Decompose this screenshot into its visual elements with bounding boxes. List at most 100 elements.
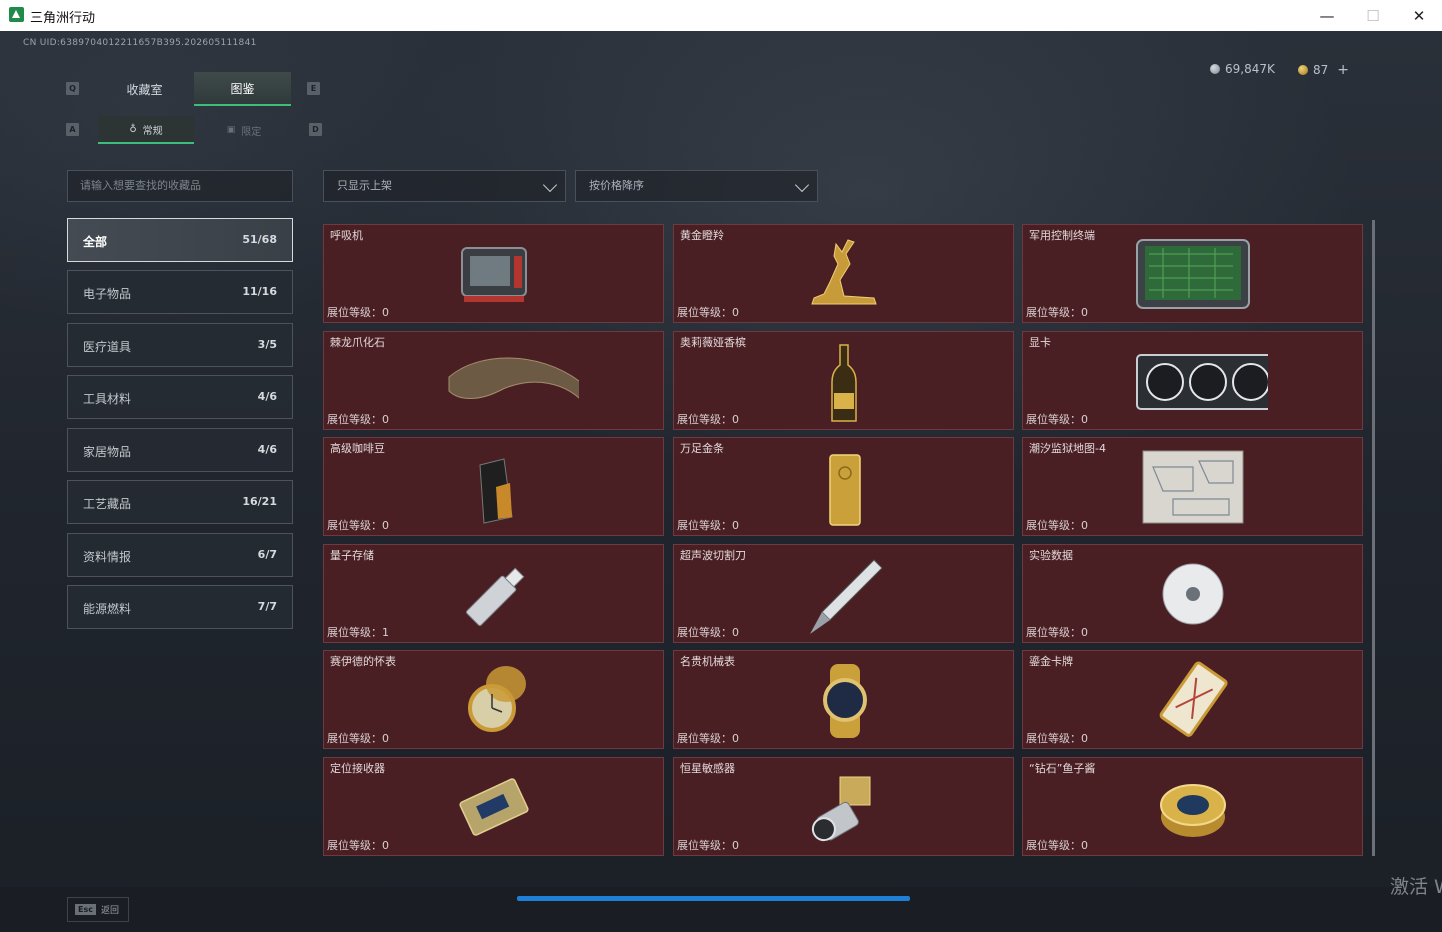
gilded-card-icon <box>1159 661 1228 737</box>
currency-secondary: 87 + <box>1298 62 1349 78</box>
sort-dropdown[interactable]: 按价格降序 <box>575 170 818 202</box>
gold-bar-icon <box>829 454 861 526</box>
item-card-receiver[interactable]: 定位接收器 展位等级：0 <box>323 757 664 856</box>
item-card-ventilator[interactable]: 呼吸机 展位等级：0 <box>323 224 664 323</box>
category-name: 电子物品 <box>83 287 132 301</box>
subtab-regular[interactable]: ♁ 常规 <box>98 116 194 144</box>
chevron-down-icon <box>794 177 810 193</box>
gold-coin-icon <box>1298 65 1308 75</box>
category-fuel[interactable]: 能源燃料 7/7 <box>67 585 293 629</box>
currency-secondary-value: 87 <box>1313 63 1329 77</box>
loading-progress-bar <box>517 896 910 901</box>
item-card-coffee-bag[interactable]: 高级咖啡豆 展位等级：0 <box>323 437 664 536</box>
item-card-pocket-watch[interactable]: 赛伊德的怀表 展位等级：0 <box>323 650 664 749</box>
item-level: 展位等级：0 <box>327 839 389 852</box>
item-card-disc[interactable]: 实验数据 展位等级：0 <box>1022 544 1363 643</box>
back-button[interactable]: Esc 返回 <box>67 897 129 922</box>
category-electronics[interactable]: 电子物品 11/16 <box>67 270 293 314</box>
minimize-button[interactable]: — <box>1304 0 1350 31</box>
category-count: 6/7 <box>257 548 277 561</box>
item-card-claw-fossil[interactable]: 棘龙爪化石 展位等级：0 <box>323 331 664 430</box>
item-name: 棘龙爪化石 <box>330 336 385 349</box>
currency-primary-value: 69,847K <box>1225 62 1275 76</box>
map-icon <box>1142 450 1244 524</box>
item-level: 展位等级：1 <box>327 626 389 639</box>
back-label: 返回 <box>100 906 119 916</box>
item-name: 呼吸机 <box>330 229 363 242</box>
item-name: 军用控制终端 <box>1029 229 1095 242</box>
item-name: 鎏金卡牌 <box>1029 655 1073 668</box>
category-medical[interactable]: 医疗道具 3/5 <box>67 323 293 367</box>
category-household[interactable]: 家居物品 4/6 <box>67 428 293 472</box>
item-card-star-sensor[interactable]: 恒星敏感器 展位等级：0 <box>673 757 1014 856</box>
item-name: 赛伊德的怀表 <box>330 655 396 668</box>
item-name: 潮汐监狱地图-4 <box>1029 442 1106 455</box>
category-count: 16/21 <box>242 495 277 508</box>
category-count: 4/6 <box>257 443 277 456</box>
category-count: 51/68 <box>242 233 277 246</box>
add-currency-button[interactable]: + <box>1337 62 1349 78</box>
item-name: 超声波切割刀 <box>680 549 746 562</box>
gold-gazelle-icon <box>811 239 877 305</box>
item-card-gold-bar[interactable]: 万足金条 展位等级：0 <box>673 437 1014 536</box>
item-level: 展位等级：0 <box>327 519 389 532</box>
shelf-filter-dropdown[interactable]: 只显示上架 <box>323 170 566 202</box>
item-card-wristwatch[interactable]: 名贵机械表 展位等级：0 <box>673 650 1014 749</box>
item-level: 展位等级：0 <box>1026 839 1088 852</box>
category-tools[interactable]: 工具材料 4/6 <box>67 375 293 419</box>
tab-codex[interactable]: 图鉴 <box>194 72 291 106</box>
category-crafts[interactable]: 工艺藏品 16/21 <box>67 480 293 524</box>
esc-key-icon: Esc <box>75 904 96 915</box>
wristwatch-icon <box>823 664 867 738</box>
pocket-watch-icon <box>468 666 526 732</box>
game-viewport: CN UID:6389704012211657B395.202605111841… <box>0 31 1442 932</box>
item-card-gilded-card[interactable]: 鎏金卡牌 展位等级：0 <box>1022 650 1363 749</box>
item-card-control-terminal[interactable]: 军用控制终端 展位等级：0 <box>1022 224 1363 323</box>
item-card-caviar-tin[interactable]: “钻石”鱼子酱 展位等级：0 <box>1022 757 1363 856</box>
category-count: 11/16 <box>242 285 277 298</box>
star-sensor-icon <box>811 776 871 842</box>
item-level: 展位等级：0 <box>677 732 739 745</box>
subtab-limited[interactable]: ▣ 限定 <box>196 116 292 144</box>
close-button[interactable]: ✕ <box>1396 0 1442 31</box>
currency-primary: 69,847K <box>1210 62 1275 76</box>
item-level: 展位等级：0 <box>1026 306 1088 319</box>
category-count: 7/7 <box>257 600 277 613</box>
category-count: 4/6 <box>257 390 277 403</box>
search-input[interactable]: 请输入想要查找的收藏品 <box>67 170 293 202</box>
item-level: 展位等级：0 <box>677 626 739 639</box>
item-level: 展位等级：0 <box>677 413 739 426</box>
shelf-filter-value: 只显示上架 <box>337 179 392 192</box>
item-name: 定位接收器 <box>330 762 385 775</box>
item-card-map[interactable]: 潮汐监狱地图-4 展位等级：0 <box>1022 437 1363 536</box>
category-name: 工具材料 <box>83 392 132 406</box>
activate-watermark: 激活 W <box>1390 876 1442 898</box>
tab-collection-room[interactable]: 收藏室 <box>96 72 193 106</box>
disc-icon <box>1162 563 1224 625</box>
item-level: 展位等级：0 <box>677 839 739 852</box>
caviar-tin-icon <box>1160 784 1226 837</box>
item-name: 名贵机械表 <box>680 655 735 668</box>
item-card-gold-gazelle[interactable]: 黄金瞪羚 展位等级：0 <box>673 224 1014 323</box>
ventilator-icon <box>461 247 527 302</box>
item-card-usb-drive[interactable]: 量子存储 展位等级：1 <box>323 544 664 643</box>
key-hint-e: E <box>307 82 320 95</box>
item-level: 展位等级：0 <box>1026 732 1088 745</box>
key-hint-d: D <box>309 123 322 136</box>
coin-icon <box>1210 64 1220 74</box>
claw-fossil-icon <box>448 357 579 399</box>
item-level: 展位等级：0 <box>677 519 739 532</box>
receiver-icon <box>459 778 529 836</box>
maximize-button[interactable]: ☐ <box>1350 0 1396 31</box>
category-all[interactable]: 全部 51/68 <box>67 218 293 262</box>
item-card-champagne[interactable]: 奥莉薇娅香槟 展位等级：0 <box>673 331 1014 430</box>
item-card-graphics-card[interactable]: 显卡 展位等级：0 <box>1022 331 1363 430</box>
item-name: 奥莉薇娅香槟 <box>680 336 746 349</box>
grid-scrollbar[interactable] <box>1372 220 1375 856</box>
item-card-cutter[interactable]: 超声波切割刀 展位等级：0 <box>673 544 1014 643</box>
category-intel[interactable]: 资料情报 6/7 <box>67 533 293 577</box>
item-name: “钻石”鱼子酱 <box>1029 762 1096 775</box>
category-name: 资料情报 <box>83 550 132 564</box>
item-level: 展位等级：0 <box>1026 519 1088 532</box>
control-terminal-icon <box>1136 239 1250 309</box>
